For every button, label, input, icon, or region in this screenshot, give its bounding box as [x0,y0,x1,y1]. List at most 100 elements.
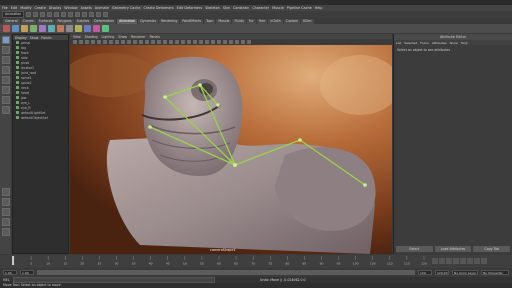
viewport-tool-icon[interactable] [187,40,191,44]
go-to-start-icon[interactable] [432,258,438,264]
shelf-tool-icon[interactable] [39,25,46,32]
shelf-tool-icon[interactable] [30,25,37,32]
attribute-editor-button[interactable]: Select [396,246,433,252]
persp-graph-icon[interactable] [1,218,10,226]
viewport-tool-icon[interactable] [193,40,197,44]
snap-grid-icon[interactable] [68,12,74,17]
select-object-icon[interactable] [54,12,60,17]
viewport-tool-icon[interactable] [163,40,167,44]
viewport-tool-icon[interactable] [73,40,77,44]
viewport-tool-icon[interactable] [139,40,143,44]
ipr-render-icon[interactable] [96,12,102,17]
menu-item[interactable]: Display [49,6,62,10]
show-manipulator-icon[interactable] [1,96,10,104]
attribute-editor-tab[interactable]: List [396,41,401,45]
shelf-tool-icon[interactable] [75,25,82,32]
viewport-menu-item[interactable]: Renderer [131,35,146,39]
viewport-tool-icon[interactable] [127,40,131,44]
menu-item[interactable]: Create Deformers [143,6,173,10]
viewport-menu-item[interactable]: Panels [150,35,160,39]
current-time-indicator[interactable] [12,256,14,265]
anim-layer-field[interactable]: No Anim Layer [452,270,478,275]
attribute-editor-tab[interactable]: Help [461,41,468,45]
shelf-tool-icon[interactable] [12,25,19,32]
lasso-tool-icon[interactable] [1,46,10,54]
outliner-item[interactable]: defaultObjectSet [13,115,68,120]
shelf-tool-icon[interactable] [102,25,109,32]
viewport-tool-icon[interactable] [223,40,227,44]
menu-item[interactable]: Edit Deformers [177,6,203,10]
outliner-menu-item[interactable]: Show [30,36,39,40]
attribute-editor-button[interactable]: Copy Tab [473,246,511,252]
step-forward-key-icon[interactable] [467,258,473,264]
viewport-tool-icon[interactable] [229,40,233,44]
render-icon[interactable] [89,12,95,17]
open-scene-icon[interactable] [33,12,39,17]
viewport-menu-item[interactable]: Show [118,35,127,39]
menu-item[interactable]: Help [315,6,323,10]
menu-item[interactable]: Skin [223,6,230,10]
render-settings-icon[interactable] [103,12,109,17]
viewport-menu-item[interactable]: View [73,35,81,39]
menu-item[interactable]: Pipeline Cache [287,6,312,10]
menu-item[interactable]: Geometry Cache [112,6,141,10]
menu-item[interactable]: Edit [11,6,18,10]
viewport-tool-icon[interactable] [91,40,95,44]
step-back-key-icon[interactable] [446,258,452,264]
shelf-tool-icon[interactable] [21,25,28,32]
viewport-tool-icon[interactable] [115,40,119,44]
command-language-label[interactable]: MEL [3,278,10,282]
viewport-tool-icon[interactable] [241,40,245,44]
hypershade-icon[interactable] [1,228,10,236]
shelf-tool-icon[interactable] [57,25,64,32]
viewport-menu-item[interactable]: Shading [85,35,98,39]
select-component-icon[interactable] [61,12,67,17]
viewport-tool-icon[interactable] [217,40,221,44]
shelf-tool-icon[interactable] [84,25,91,32]
viewport-tool-icon[interactable] [109,40,113,44]
range-bar[interactable] [37,270,415,275]
menu-item[interactable]: Skeleton [205,6,220,10]
shelf-tool-icon[interactable] [3,25,10,32]
viewport[interactable]: cameraShape1 [70,45,392,254]
menu-item[interactable]: Animate [95,6,109,10]
viewport-tool-icon[interactable] [205,40,209,44]
play-forwards-icon[interactable] [460,258,466,264]
attribute-editor-tab[interactable]: Show [450,41,458,45]
four-view-icon[interactable] [1,198,10,206]
viewport-menu-item[interactable]: Lighting [102,35,115,39]
scale-tool-icon[interactable] [1,86,10,94]
persp-outliner-icon[interactable] [1,208,10,216]
viewport-tool-icon[interactable] [247,40,251,44]
shelf-tool-icon[interactable] [66,25,73,32]
shelf-tool-icon[interactable] [93,25,100,32]
menu-item[interactable]: Muscle [272,6,284,10]
viewport-tool-icon[interactable] [157,40,161,44]
playback-end-field[interactable]: 120 [418,270,432,275]
go-to-end-icon[interactable] [481,258,487,264]
step-forward-icon[interactable] [474,258,480,264]
paint-select-icon[interactable] [1,56,10,64]
viewport-tool-icon[interactable] [121,40,125,44]
viewport-tool-icon[interactable] [151,40,155,44]
viewport-tool-icon[interactable] [181,40,185,44]
viewport-tool-icon[interactable] [145,40,149,44]
attribute-editor-tab[interactable]: Attributes [432,41,447,45]
snap-curve-icon[interactable] [75,12,81,17]
character-set-field[interactable]: No Character Set [481,270,509,280]
shelf-tool-icon[interactable] [48,25,55,32]
playback-start-field[interactable]: 1.00 [20,270,34,275]
select-hierarchy-icon[interactable] [47,12,53,17]
outliner-menu-item[interactable]: Display [15,36,27,40]
menu-item[interactable]: Character [252,6,269,10]
attribute-editor-tab[interactable]: Selected [404,41,417,45]
viewport-tool-icon[interactable] [79,40,83,44]
menu-item[interactable]: File [2,6,8,10]
outliner-menu-item[interactable]: Panels [41,36,51,40]
snap-point-icon[interactable] [82,12,88,17]
menu-item[interactable]: Window [64,6,77,10]
viewport-tool-icon[interactable] [97,40,101,44]
viewport-tool-icon[interactable] [235,40,239,44]
viewport-tool-icon[interactable] [211,40,215,44]
menu-set-dropdown[interactable]: Animation [2,11,25,18]
